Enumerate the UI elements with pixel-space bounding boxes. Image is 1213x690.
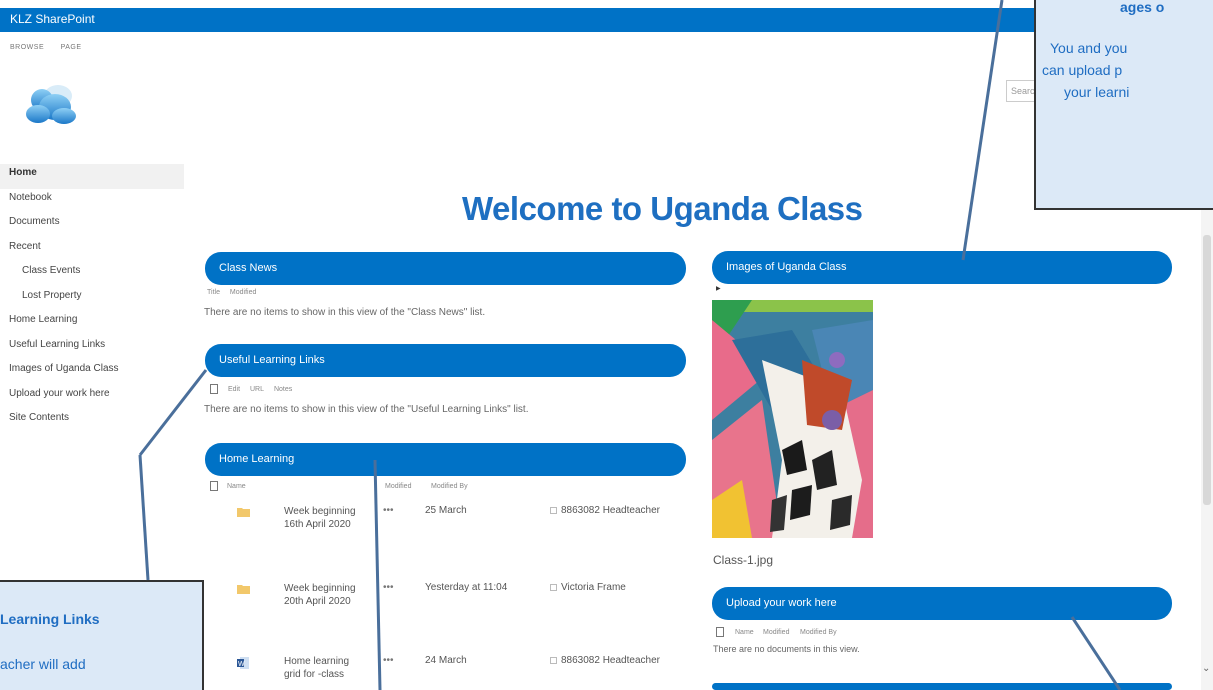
callout-pointer-lines [138, 0, 1122, 690]
pointer-line-links-angle [138, 369, 208, 456]
pointer-line-upload [1070, 616, 1122, 690]
pointer-line-home-learning [373, 459, 382, 690]
pointer-line-links [138, 454, 150, 581]
pointer-line-images [961, 0, 1004, 261]
